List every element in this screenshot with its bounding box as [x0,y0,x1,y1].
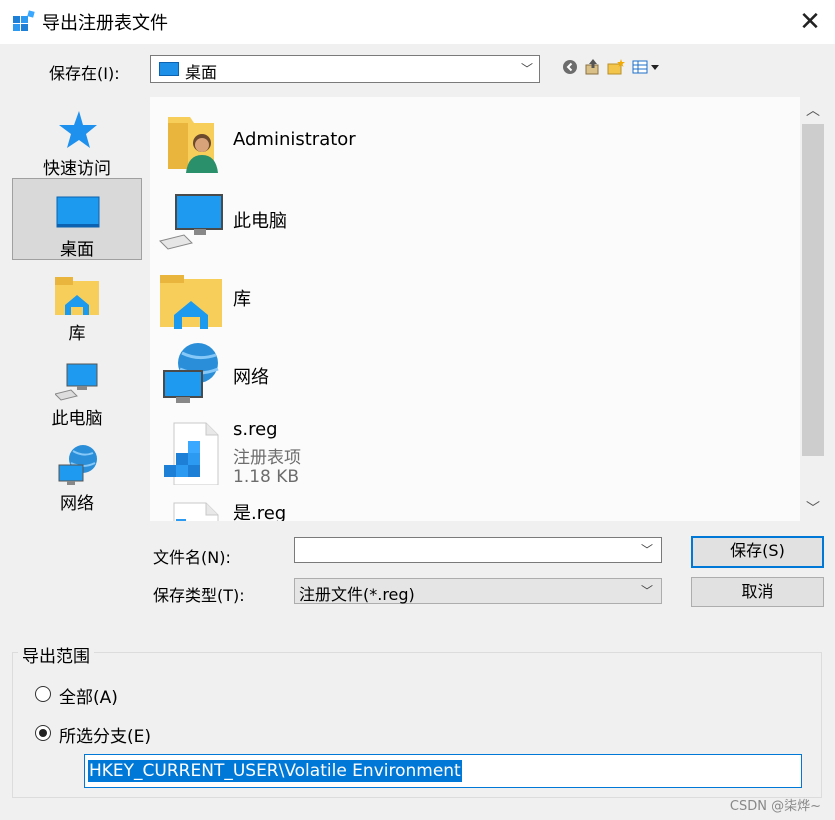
chevron-down-icon: ﹀ [640,543,653,557]
new-folder-button[interactable] [606,57,626,77]
filetype-label: 保存类型(T): [153,586,245,605]
network-icon [58,445,97,485]
close-button[interactable]: ✕ [790,4,830,40]
place-label: 快速访问 [43,159,111,179]
network-icon [163,343,219,403]
save-in-label: 保存在(I): [49,64,120,83]
user-folder-icon [168,117,218,173]
chevron-down-icon: ﹀ [520,62,533,76]
new-folder-icon [607,59,625,75]
file-name: s.reg [233,419,278,440]
chevron-down-icon: ﹀ [640,584,653,598]
save-in-value: 桌面 [185,63,218,82]
star-icon [59,111,97,148]
place-quick-access[interactable]: 快速访问 [12,98,142,180]
save-button[interactable]: 保存(S) [691,536,824,568]
list-item[interactable]: 是.reg [150,493,790,521]
list-item[interactable]: Administrator [150,101,790,179]
place-library[interactable]: 库 [12,263,142,345]
close-icon: ✕ [799,7,821,37]
filetype-value: 注册文件(*.reg) [299,585,415,604]
scroll-down-arrow-icon[interactable]: ﹀ [800,498,826,520]
scroll-up-arrow-icon[interactable]: ︿ [800,100,826,124]
filename-field[interactable]: ﹀ [294,537,662,563]
place-label: 网络 [60,494,94,514]
registry-file-icon [164,422,219,485]
list-item[interactable]: s.reg 注册表项 1.18 KB [150,413,790,503]
watermark: CSDN @柒烨~ [729,799,821,814]
file-type: 注册表项 [233,448,301,468]
cancel-button[interactable]: 取消 [691,577,824,607]
computer-icon [55,363,98,401]
branch-path-value: HKEY_CURRENT_USER\Volatile Environment [88,760,462,782]
scrollbar-thumb[interactable] [802,124,824,456]
file-name: 此电脑 [233,211,287,232]
file-name: 库 [233,289,251,310]
branch-path-input[interactable]: HKEY_CURRENT_USER\Volatile Environment [84,754,802,788]
place-label: 此电脑 [51,409,103,429]
list-item[interactable]: 库 [150,257,790,335]
desktop-icon [159,62,179,76]
list-item[interactable]: 此电脑 [150,179,790,257]
file-name: 是.reg [233,503,287,521]
computer-icon [159,194,223,250]
library-icon [160,275,222,329]
registry-app-icon [13,10,35,31]
view-menu-button[interactable] [630,57,664,77]
list-item[interactable]: 网络 [150,335,790,413]
library-icon [55,277,99,315]
places-bar: 快速访问 桌面 库 此电脑 网络 [0,88,150,628]
registry-file-icon [173,502,219,521]
save-in-dropdown[interactable]: 桌面 ﹀ [150,55,540,83]
filetype-dropdown[interactable]: 注册文件(*.reg) ﹀ [294,578,662,604]
place-label: 库 [68,324,86,344]
radio-all-label[interactable]: 全部(A) [59,683,118,708]
place-network[interactable]: 网络 [12,433,142,515]
radio-checked-dot [39,729,47,737]
file-name: Administrator [233,129,356,150]
file-list[interactable]: Administrator 此电脑 库 网络 s.reg 注册表项 1.18 K… [150,97,800,521]
export-range-title: 导出范围 [18,642,94,667]
radio-all[interactable] [35,686,51,702]
window-title: 导出注册表文件 [42,13,168,34]
up-folder-icon [585,59,599,75]
place-label: 桌面 [60,240,94,260]
file-size: 1.18 KB [233,467,300,487]
view-menu-icon [632,60,659,74]
back-arrow-icon [563,60,577,74]
filename-label: 文件名(N): [153,548,231,567]
file-name: 网络 [233,367,269,388]
radio-branch-label[interactable]: 所选分支(E) [59,722,151,747]
desktop-icon [56,196,100,228]
place-desktop[interactable]: 桌面 [12,178,142,260]
radio-selected-branch[interactable] [35,725,51,741]
place-this-pc[interactable]: 此电脑 [12,348,142,430]
back-button[interactable] [560,57,580,77]
up-folder-button[interactable] [583,57,603,77]
